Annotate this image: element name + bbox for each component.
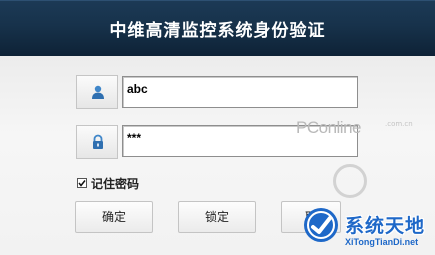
confirm-button[interactable]: 确定 [75, 201, 153, 233]
lock-button[interactable]: 锁定 [178, 201, 256, 233]
password-icon-box [76, 125, 118, 159]
watermark-site-url: XiTongTianDi.net [345, 237, 419, 247]
username-input[interactable]: abc [122, 76, 358, 108]
checkmark-icon [78, 180, 86, 187]
pconline-watermark: PConline [296, 118, 362, 137]
username-icon-box [76, 75, 118, 109]
remember-password-checkbox[interactable] [77, 178, 87, 188]
watermark-circle-icon [333, 164, 367, 198]
pconline-watermark-suffix: .com.cn [385, 120, 413, 128]
xitongtiandi-logo-icon [302, 206, 340, 244]
title-bar: 中维高清监控系统身份验证 [0, 0, 435, 56]
remember-password-label[interactable]: 记住密码 [91, 175, 139, 192]
window-title: 中维高清监控系统身份验证 [109, 21, 326, 41]
watermark-site-title: 系统天地 [345, 215, 426, 237]
